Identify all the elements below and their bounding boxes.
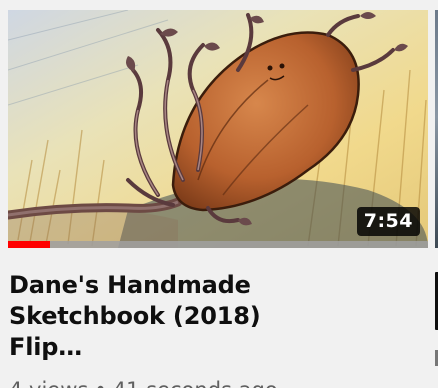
meta-separator: • (88, 378, 112, 388)
video-thumbnail[interactable]: 7:54 (8, 10, 428, 248)
view-count: 4 views (9, 378, 88, 388)
watch-progress-track (8, 241, 428, 248)
duration-badge: 7:54 (356, 207, 420, 236)
video-card[interactable]: 7:54 Dane's Handmade Sketchbook (2018) F… (8, 10, 428, 388)
watch-progress-fill (8, 241, 50, 248)
video-metadata: 4 views•41 seconds ago (9, 377, 428, 388)
video-feed: 7:54 Dane's Handmade Sketchbook (2018) F… (0, 0, 438, 388)
upload-age: 41 seconds ago (113, 378, 278, 388)
video-title[interactable]: Dane's Handmade Sketchbook (2018) Flip… (9, 270, 339, 363)
